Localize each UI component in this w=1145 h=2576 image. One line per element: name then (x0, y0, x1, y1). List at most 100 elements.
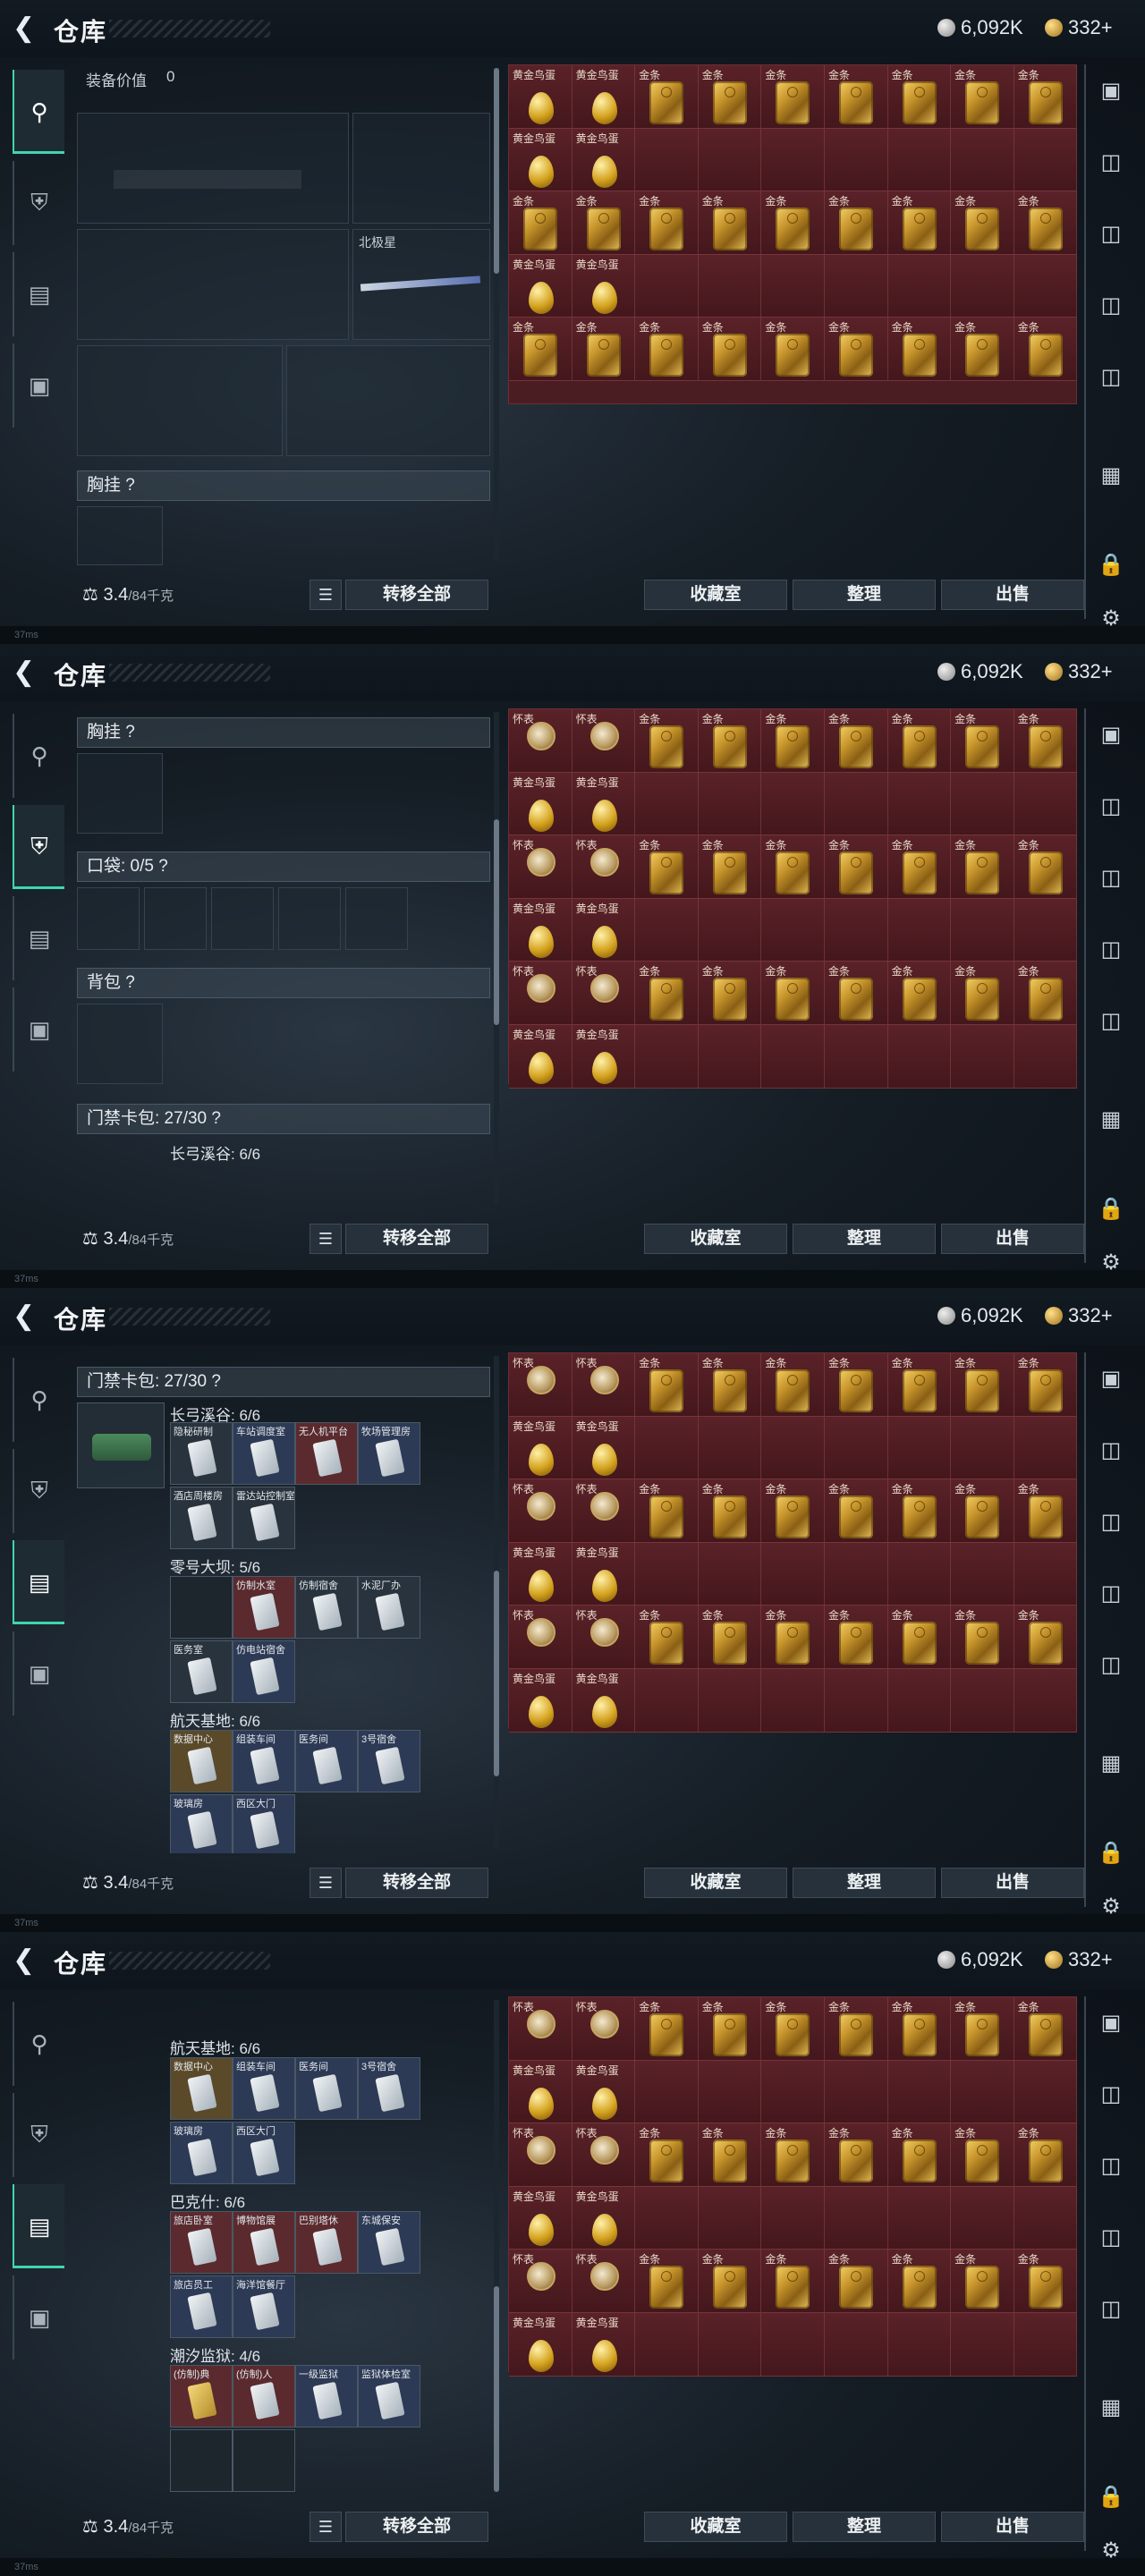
keycard-header[interactable]: 门禁卡包: 27/30 ? (77, 1367, 490, 1397)
card-icon[interactable]: ◫ (1093, 1433, 1129, 1469)
nav-weapons[interactable]: ⚲ (13, 2002, 64, 2086)
stash-cell[interactable] (951, 254, 1014, 318)
nav-armor[interactable]: ⛨ (13, 805, 64, 889)
stash-cell[interactable] (951, 1668, 1014, 1733)
stash-cell[interactable] (1014, 2186, 1078, 2250)
stash-item-watch[interactable]: 怀表 (572, 709, 636, 773)
stash-item-gold-bar[interactable]: 金条 (824, 709, 888, 773)
keycard[interactable]: 海洋馆餐厅 (233, 2275, 295, 2338)
stash-item-gold-bar[interactable]: 金条 (635, 1353, 699, 1417)
nav-keycards[interactable]: ▤ (13, 2184, 64, 2268)
sell-button[interactable]: 出售 (941, 1224, 1084, 1254)
card-icon[interactable]: ◫ (1093, 2077, 1129, 2113)
stash-item-gold-bar[interactable]: 金条 (951, 191, 1014, 255)
stash-cell[interactable] (887, 2060, 952, 2124)
stash-item-gold-bar[interactable]: 金条 (1014, 2123, 1078, 2187)
stash-item-gold-bar[interactable]: 金条 (951, 1353, 1014, 1417)
stash-item-gold-bar[interactable]: 金条 (824, 65, 888, 129)
stash-cell[interactable] (887, 1024, 952, 1089)
keycard[interactable]: 西区大门 (233, 2122, 295, 2184)
stash-item-gold-bar[interactable]: 金条 (951, 2250, 1014, 2313)
stash-item-gold-bar[interactable]: 金条 (1014, 709, 1078, 773)
stash-cell[interactable] (635, 1416, 699, 1480)
card-icon[interactable]: ◫ (1093, 932, 1129, 968)
stash-item-egg[interactable]: 黄金鸟蛋 (509, 1542, 572, 1606)
scroll-thumb[interactable] (494, 819, 499, 1025)
stash-cell[interactable] (635, 1668, 699, 1733)
stash-cell[interactable] (698, 898, 762, 962)
stash-item-watch[interactable]: 怀表 (572, 835, 636, 899)
stash-item-egg[interactable]: 黄金鸟蛋 (509, 1024, 572, 1089)
stash-cell[interactable] (761, 128, 825, 192)
gold-currency[interactable]: 332+ (1045, 1948, 1113, 1971)
gold-currency[interactable]: 332+ (1045, 16, 1113, 39)
stash-cell[interactable] (635, 128, 699, 192)
stash-item-gold-bar[interactable]: 金条 (572, 318, 636, 381)
stash-item-gold-bar[interactable]: 金条 (761, 1606, 825, 1669)
stash-cell[interactable] (887, 1542, 952, 1606)
nav-bag[interactable]: ▣ (13, 343, 64, 428)
stash-cell[interactable] (951, 898, 1014, 962)
stash-item-gold-bar[interactable]: 金条 (698, 1353, 762, 1417)
pocket-slot[interactable] (77, 887, 140, 950)
card-icon[interactable]: ◫ (1093, 860, 1129, 896)
keycard-empty-slot[interactable] (233, 2429, 295, 2492)
stash-cell[interactable] (635, 1542, 699, 1606)
stash-item-gold-bar[interactable]: 金条 (698, 1606, 762, 1669)
keycard[interactable]: 水泥厂办 (358, 1576, 420, 1639)
chest-rig-header[interactable]: 胸挂 ? (77, 717, 490, 748)
stash-item-egg[interactable]: 黄金鸟蛋 (572, 2186, 636, 2250)
stash-cell[interactable] (1014, 2312, 1078, 2377)
stash-cell[interactable] (698, 2312, 762, 2377)
stash-cell[interactable] (698, 128, 762, 192)
stash-item-gold-bar[interactable]: 金条 (698, 709, 762, 773)
stash-cell[interactable] (887, 772, 952, 836)
stash-item-gold-bar[interactable]: 金条 (761, 318, 825, 381)
stash-item-gold-bar[interactable]: 金条 (1014, 1606, 1078, 1669)
nav-armor[interactable]: ⛨ (13, 2093, 64, 2177)
stash-item-gold-bar[interactable]: 金条 (698, 318, 762, 381)
keycard[interactable]: 3号宿舍 (358, 1730, 420, 1792)
nav-keycards[interactable]: ▤ (13, 896, 64, 980)
stash-item-gold-bar[interactable]: 金条 (951, 709, 1014, 773)
keycard[interactable]: 仿制水室 (233, 1576, 295, 1639)
equipment-scrollbar[interactable] (494, 712, 499, 1204)
pocket-slot[interactable] (345, 887, 408, 950)
collection-button[interactable]: 收藏室 (644, 1868, 787, 1898)
stash-cell[interactable] (1014, 1024, 1078, 1089)
stash-cell[interactable] (635, 2312, 699, 2377)
stash-item-watch[interactable]: 怀表 (509, 1479, 572, 1543)
stash-item-egg[interactable]: 黄金鸟蛋 (509, 1416, 572, 1480)
stash-cell[interactable] (887, 1668, 952, 1733)
stash-item-gold-bar[interactable]: 金条 (698, 1479, 762, 1543)
stash-cell[interactable] (761, 2186, 825, 2250)
keycard-empty-slot[interactable] (170, 1576, 233, 1639)
helmet-icon[interactable]: ▣ (1093, 717, 1129, 753)
stash-cell[interactable] (1014, 254, 1078, 318)
stash-item-gold-bar[interactable]: 金条 (635, 835, 699, 899)
card-icon[interactable]: ◫ (1093, 288, 1129, 324)
stash-cell[interactable] (887, 898, 952, 962)
stash-item-gold-bar[interactable]: 金条 (887, 709, 952, 773)
stash-cell[interactable] (761, 254, 825, 318)
stash-item-gold-bar[interactable]: 金条 (761, 1479, 825, 1543)
back-arrow-icon[interactable]: ❮ (13, 1946, 41, 1975)
collection-button[interactable]: 收藏室 (644, 1224, 787, 1254)
melee-slot[interactable]: 北极星 (352, 229, 490, 340)
stash-cell[interactable] (951, 1416, 1014, 1480)
list-icon[interactable]: ☰ (310, 1868, 342, 1898)
stash-cell[interactable] (1014, 772, 1078, 836)
stash-item-gold-bar[interactable]: 金条 (824, 318, 888, 381)
stash-item-gold-bar[interactable]: 金条 (761, 1353, 825, 1417)
stash-cell[interactable] (824, 2186, 888, 2250)
keycard[interactable]: 东城保安 (358, 2211, 420, 2274)
stash-item-watch[interactable]: 怀表 (509, 2123, 572, 2187)
nav-keycards[interactable]: ▤ (13, 252, 64, 336)
stash-item-gold-bar[interactable]: 金条 (824, 1606, 888, 1669)
stash-item-gold-bar[interactable]: 金条 (887, 191, 952, 255)
stash-item-egg[interactable]: 黄金鸟蛋 (509, 2186, 572, 2250)
stash-item-watch[interactable]: 怀表 (572, 962, 636, 1025)
stash-cell[interactable] (635, 772, 699, 836)
armor-slot[interactable] (286, 345, 490, 456)
stash-item-gold-bar[interactable]: 金条 (824, 1997, 888, 2061)
